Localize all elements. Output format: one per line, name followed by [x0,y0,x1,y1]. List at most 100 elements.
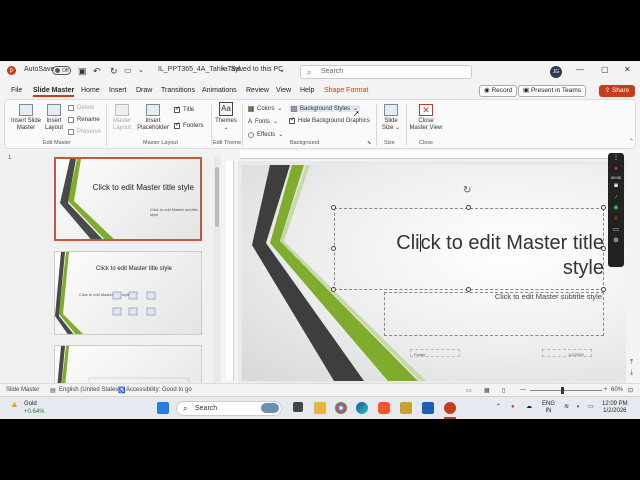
widgets-button[interactable]: ▲ Gold +0.64% [10,400,45,416]
share-button[interactable]: ⇪ Share [599,85,635,97]
input-language[interactable]: ENG IN [542,401,555,415]
redo-icon[interactable]: ↻ [110,66,118,77]
status-language[interactable]: English (United States) [59,387,120,393]
undo-icon[interactable]: ↶ [93,66,101,77]
slide-master[interactable]: ↻ Click to edit Master title style Click… [242,165,626,381]
minimize-icon[interactable]: — [576,65,584,74]
tab-review[interactable]: Review [246,87,269,94]
microphone-icon[interactable]: ♪ [608,192,624,203]
resize-handle[interactable] [601,205,606,210]
battery-icon[interactable]: ▭ [588,404,594,411]
fonts-dropdown[interactable]: A Fonts ⌄ [248,118,278,126]
tab-draw[interactable]: Draw [136,87,152,94]
resize-handle[interactable] [331,246,336,251]
hide-background-graphics-checkbox[interactable]: Hide Background Graphics [289,116,370,124]
master-subtitle[interactable]: Click to edit Master subtitle style [472,292,602,301]
tab-shape-format[interactable]: Shape Format [324,87,368,94]
thumbnail-layout-title-content[interactable]: Click to edit Master title style Click t… [54,251,202,335]
zoom-in-icon[interactable]: + [604,387,608,393]
scroll-down-icon[interactable]: ⤓ [630,369,633,377]
zoom-slider-thumb[interactable] [561,387,564,394]
zoom-slider[interactable] [530,390,602,391]
tab-transitions[interactable]: Transitions [161,87,195,94]
tab-file[interactable]: File [11,87,22,94]
colors-dropdown[interactable]: Colors ⌄ [248,105,282,112]
close-master-view-button[interactable]: ✕ Close Master View [409,104,443,132]
effects-dropdown[interactable]: Effects ⌄ [248,131,283,138]
reading-view-icon[interactable]: ▯ [502,387,505,394]
clock[interactable]: 12:09 PM 1/2/2026 [602,401,628,415]
record-button[interactable]: ◉ Record [479,85,518,97]
mail-icon[interactable] [422,402,434,414]
fit-slide-icon[interactable]: ⊡ [628,387,633,394]
save-icon[interactable]: ▣ [78,66,87,77]
insert-slide-master-button[interactable]: Insert Slide Master [11,104,41,132]
tray-cloud-icon[interactable]: ☁ [526,404,532,411]
insert-layout-button[interactable]: Insert Layout [43,104,65,132]
restore-icon[interactable]: ▢ [601,65,609,74]
wifi-icon[interactable]: ≋ [564,404,569,411]
tab-help[interactable]: Help [300,87,314,94]
footers-checkbox[interactable]: Footers [174,121,203,129]
edge-icon[interactable] [356,402,368,414]
present-in-teams-button[interactable]: ▣ Present in Teams [518,85,587,97]
slide-size-button[interactable]: Slide Size ⌄ [379,104,403,132]
stop-icon[interactable]: ✕ [608,214,624,225]
themes-button[interactable]: Aa Themes ⌄ [213,102,239,132]
title-checkbox[interactable]: Title [174,105,194,113]
preserve-button[interactable]: Preserve [68,129,101,135]
master-title[interactable]: Click to edit Master title style [358,231,604,281]
scroll-up-icon[interactable]: ⤒ [630,359,633,367]
normal-view-icon[interactable]: ▭ [466,387,472,394]
accessibility-icon[interactable]: ♿ [118,387,125,394]
camera-icon[interactable]: ◙ [608,181,624,192]
tab-home[interactable]: Home [81,87,100,94]
rotate-handle-icon[interactable]: ↻ [463,185,471,196]
background-styles-dropdown[interactable]: Background Styles ⌄ [289,105,361,112]
tab-insert[interactable]: Insert [109,87,127,94]
rename-button[interactable]: Rename [68,117,100,123]
collapse-ribbon-icon[interactable]: ⌃ [629,138,634,145]
windows-start-icon[interactable] [157,402,169,414]
resize-handle[interactable] [331,287,336,292]
chrome-icon[interactable] [335,402,347,414]
slide-sorter-icon[interactable]: ▦ [484,387,490,394]
screen-icon[interactable]: ▭ [608,225,624,236]
zoom-out-icon[interactable]: — [520,387,526,393]
drag-handle-icon[interactable]: ⋮ [608,153,624,164]
date-placeholder[interactable] [542,349,592,357]
search-highlight-icon[interactable] [261,403,279,413]
start-from-beginning-icon[interactable]: ▭ [124,66,132,75]
brave-icon[interactable] [378,402,390,414]
save-status[interactable]: Saved to this PC [231,66,283,73]
resize-handle[interactable] [331,205,336,210]
resize-handle[interactable] [466,205,471,210]
status-accessibility[interactable]: Accessibility: Good to go [126,387,192,393]
spelling-icon[interactable]: ▤ [50,387,56,394]
search-input[interactable]: ⌕ Search [300,65,472,79]
close-icon[interactable]: ✕ [624,65,631,74]
customize-toolbar-icon[interactable]: ⌄ [138,66,144,74]
avatar[interactable]: JG [550,66,562,78]
tab-view[interactable]: View [276,87,291,94]
powerpoint-taskbar-icon[interactable] [444,402,456,414]
file-explorer-icon[interactable] [314,402,326,414]
zoom-level[interactable]: 60% [611,387,623,393]
settings-gear-icon[interactable]: ⚙ [608,236,624,247]
thumbnail-scrollbar[interactable] [214,157,220,383]
tray-app-icon[interactable]: ● [511,404,515,411]
autosave-toggle[interactable]: Off [52,66,71,75]
volume-icon[interactable]: ◖ [576,404,580,411]
delete-button[interactable]: Delete [68,105,94,111]
app-icon[interactable] [400,402,412,414]
record-dot-icon[interactable]: ● [608,164,624,175]
insert-placeholder-button[interactable]: Insert Placeholder [136,104,170,132]
show-hidden-icons-icon[interactable]: ⌃ [496,404,501,411]
tab-animations[interactable]: Animations [202,87,237,94]
tab-slide-master[interactable]: Slide Master [33,87,75,97]
thumbnail-master[interactable]: Click to edit Master title style Click t… [54,157,202,241]
format-background-launcher-icon[interactable]: ⬊ [367,140,371,146]
webcam-icon[interactable]: ◉ [608,203,624,214]
master-layout-button[interactable]: Master Layout [109,104,135,132]
task-view-icon[interactable] [293,402,303,412]
